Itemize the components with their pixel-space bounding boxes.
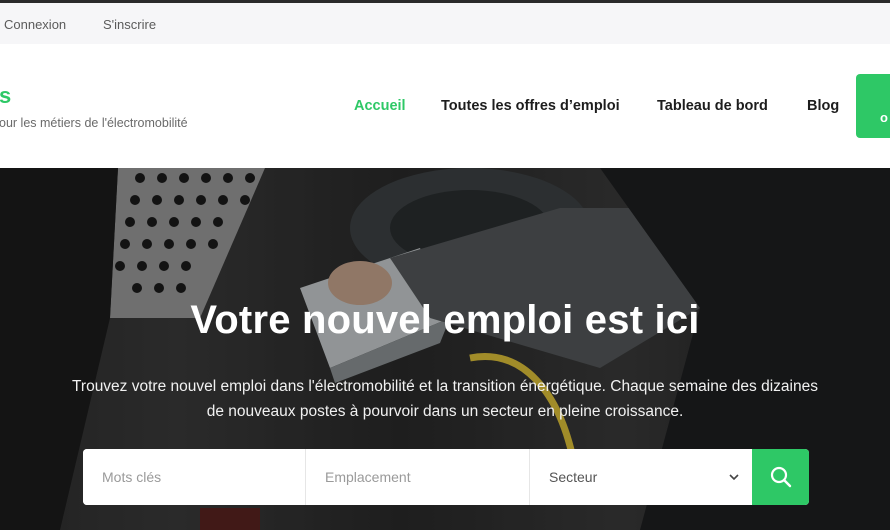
site-tagline: our les métiers de l'électromobilité — [0, 116, 188, 130]
site-logo[interactable]: s — [0, 84, 11, 108]
chevron-down-icon — [729, 474, 739, 481]
keywords-field — [83, 449, 306, 505]
hero-subtitle: Trouvez votre nouvel emploi dans l'élect… — [72, 378, 818, 420]
location-input[interactable] — [306, 449, 529, 505]
nav-item-blog[interactable]: Blog — [807, 98, 839, 114]
hero-section: Votre nouvel emploi est ici Trouvez votr… — [0, 168, 890, 530]
location-field — [306, 449, 530, 505]
nav-item-dashboard[interactable]: Tableau de bord — [657, 98, 768, 114]
top-bar: Connexion S'inscrire — [0, 3, 890, 44]
job-search-form: Secteur — [83, 449, 809, 505]
search-button[interactable] — [752, 449, 809, 505]
signup-link[interactable]: S'inscrire — [103, 17, 156, 32]
search-icon — [770, 466, 792, 488]
post-job-button-label: o — [880, 110, 888, 125]
login-link[interactable]: Connexion — [4, 17, 66, 32]
sector-select[interactable]: Secteur — [530, 449, 752, 505]
keywords-input[interactable] — [83, 449, 305, 505]
post-job-button[interactable]: o — [856, 74, 890, 138]
nav-item-all-jobs[interactable]: Toutes les offres d’emploi — [441, 98, 620, 114]
site-header: s our les métiers de l'électromobilité A… — [0, 44, 890, 168]
nav-item-home[interactable]: Accueil — [354, 98, 406, 114]
sector-select-value: Secteur — [549, 469, 598, 485]
hero-title: Votre nouvel emploi est ici — [190, 298, 700, 342]
